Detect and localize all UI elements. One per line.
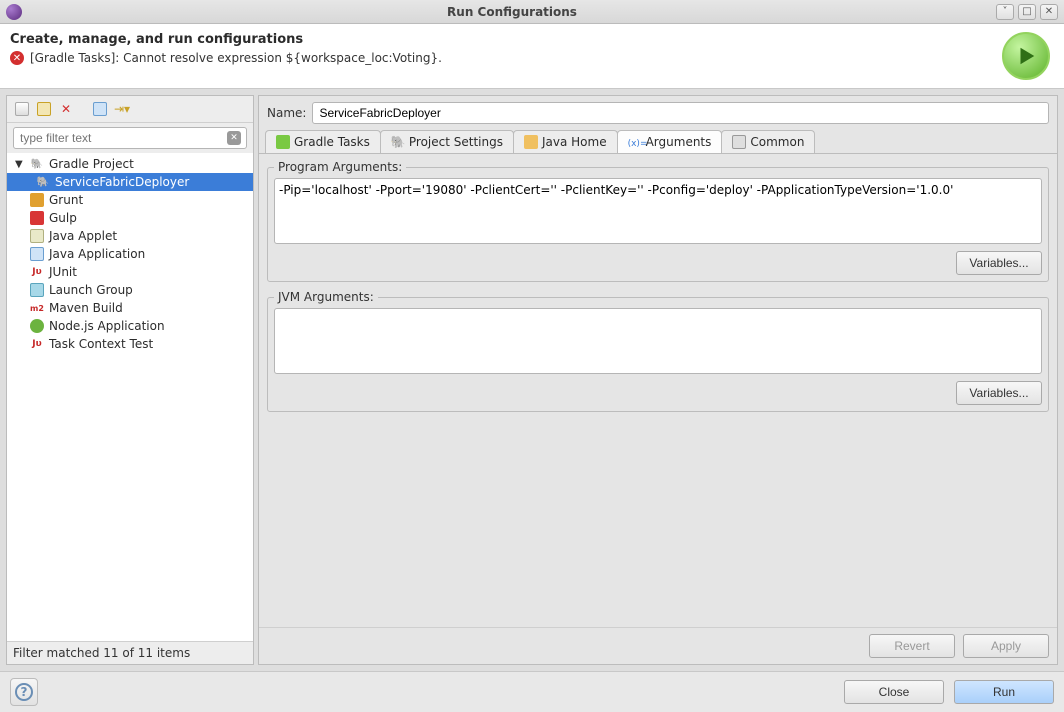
help-icon: ?	[15, 683, 33, 701]
tree-label: Task Context Test	[49, 337, 153, 351]
config-tree[interactable]: ▼ 🐘 Gradle Project 🐘 ServiceFabricDeploy…	[7, 153, 253, 641]
tab-label: Project Settings	[409, 135, 503, 149]
program-variables-button[interactable]: Variables...	[956, 251, 1042, 275]
filter-box: ✕	[13, 127, 247, 149]
gradle-icon: 🐘	[35, 174, 51, 190]
tab-label: Common	[750, 135, 804, 149]
tab-label: Java Home	[542, 135, 607, 149]
gradle-tasks-icon	[276, 135, 290, 149]
tree-label: ServiceFabricDeployer	[55, 175, 189, 189]
minimize-button[interactable]: ˅	[996, 4, 1014, 20]
project-settings-icon: 🐘	[391, 135, 405, 149]
apply-button[interactable]: Apply	[963, 634, 1049, 658]
common-icon	[732, 135, 746, 149]
task-test-icon: Jυ	[29, 336, 45, 352]
collapse-all-button[interactable]	[91, 100, 109, 118]
tree-item-launch-group[interactable]: Launch Group	[7, 281, 253, 299]
config-toolbar: ✕ ⇥▾	[7, 96, 253, 123]
help-button[interactable]: ?	[10, 678, 38, 706]
tab-arguments-content: Program Arguments: Variables... JVM Argu…	[259, 154, 1057, 627]
duplicate-config-button[interactable]	[35, 100, 53, 118]
footer: ? Close Run	[0, 671, 1064, 712]
java-app-icon	[29, 246, 45, 262]
program-arguments-legend: Program Arguments:	[274, 160, 406, 174]
new-config-button[interactable]	[13, 100, 31, 118]
tree-item-java-application[interactable]: Java Application	[7, 245, 253, 263]
tree-label: Node.js Application	[49, 319, 165, 333]
tree-item-gulp[interactable]: Gulp	[7, 209, 253, 227]
jvm-arguments-group: JVM Arguments: Variables...	[267, 290, 1049, 412]
window-title: Run Configurations	[28, 5, 996, 19]
tree-label: JUnit	[49, 265, 77, 279]
tab-project-settings[interactable]: 🐘 Project Settings	[380, 130, 514, 153]
maven-icon: m2	[29, 300, 45, 316]
config-actions: Revert Apply	[259, 627, 1057, 664]
junit-icon: Jυ	[29, 264, 45, 280]
clear-filter-button[interactable]: ✕	[227, 131, 241, 145]
gradle-icon: 🐘	[29, 156, 45, 172]
tree-label: Java Applet	[49, 229, 117, 243]
jvm-arguments-input[interactable]	[274, 308, 1042, 374]
right-panel: Name: Gradle Tasks 🐘 Project Settings Jav…	[258, 95, 1058, 665]
java-applet-icon	[29, 228, 45, 244]
app-icon	[6, 4, 22, 20]
tabstrip: Gradle Tasks 🐘 Project Settings Java Home…	[259, 130, 1057, 154]
gulp-icon	[29, 210, 45, 226]
error-icon: ✕	[10, 51, 24, 65]
header: Create, manage, and run configurations ✕…	[0, 24, 1064, 89]
tab-arguments[interactable]: (x)= Arguments	[617, 130, 723, 153]
tree-item-junit[interactable]: Jυ JUnit	[7, 263, 253, 281]
tree-item-maven-build[interactable]: m2 Maven Build	[7, 299, 253, 317]
run-indicator-icon	[1002, 32, 1050, 80]
tree-item-grunt[interactable]: Grunt	[7, 191, 253, 209]
tab-java-home[interactable]: Java Home	[513, 130, 618, 153]
filter-input[interactable]	[13, 127, 247, 149]
close-button[interactable]: Close	[844, 680, 944, 704]
name-row: Name:	[259, 96, 1057, 130]
launch-group-icon	[29, 282, 45, 298]
window-buttons: ˅ □ ✕	[996, 4, 1058, 20]
tree-item-nodejs[interactable]: Node.js Application	[7, 317, 253, 335]
arguments-icon: (x)=	[628, 135, 642, 149]
tab-label: Arguments	[646, 135, 712, 149]
page-title: Create, manage, and run configurations	[10, 32, 994, 47]
jvm-variables-button[interactable]: Variables...	[956, 381, 1042, 405]
nodejs-icon	[29, 318, 45, 334]
left-panel: ✕ ⇥▾ ✕ ▼ 🐘 Gradle Project 🐘 ServiceFabri…	[6, 95, 254, 665]
filter-menu-button[interactable]: ⇥▾	[113, 100, 131, 118]
tab-label: Gradle Tasks	[294, 135, 370, 149]
delete-config-button[interactable]: ✕	[57, 100, 75, 118]
tree-label: Gulp	[49, 211, 77, 225]
tree-item-servicefabricdeployer[interactable]: 🐘 ServiceFabricDeployer	[7, 173, 253, 191]
revert-button[interactable]: Revert	[869, 634, 955, 658]
program-arguments-group: Program Arguments: Variables...	[267, 160, 1049, 282]
error-message: [Gradle Tasks]: Cannot resolve expressio…	[30, 51, 442, 65]
tree-item-task-context-test[interactable]: Jυ Task Context Test	[7, 335, 253, 353]
java-home-icon	[524, 135, 538, 149]
tree-label: Grunt	[49, 193, 83, 207]
tab-common[interactable]: Common	[721, 130, 815, 153]
program-arguments-input[interactable]	[274, 178, 1042, 244]
close-window-button[interactable]: ✕	[1040, 4, 1058, 20]
tree-label: Launch Group	[49, 283, 133, 297]
name-input[interactable]	[312, 102, 1049, 124]
run-button[interactable]: Run	[954, 680, 1054, 704]
tree-item-gradle-project[interactable]: ▼ 🐘 Gradle Project	[7, 155, 253, 173]
jvm-arguments-legend: JVM Arguments:	[274, 290, 378, 304]
filter-status: Filter matched 11 of 11 items	[7, 641, 253, 664]
tree-label: Maven Build	[49, 301, 123, 315]
maximize-button[interactable]: □	[1018, 4, 1036, 20]
grunt-icon	[29, 192, 45, 208]
name-label: Name:	[267, 106, 306, 120]
titlebar: Run Configurations ˅ □ ✕	[0, 0, 1064, 24]
expander-icon[interactable]: ▼	[15, 159, 25, 170]
tree-item-java-applet[interactable]: Java Applet	[7, 227, 253, 245]
tree-label: Gradle Project	[49, 157, 134, 171]
tab-gradle-tasks[interactable]: Gradle Tasks	[265, 130, 381, 153]
tree-label: Java Application	[49, 247, 145, 261]
